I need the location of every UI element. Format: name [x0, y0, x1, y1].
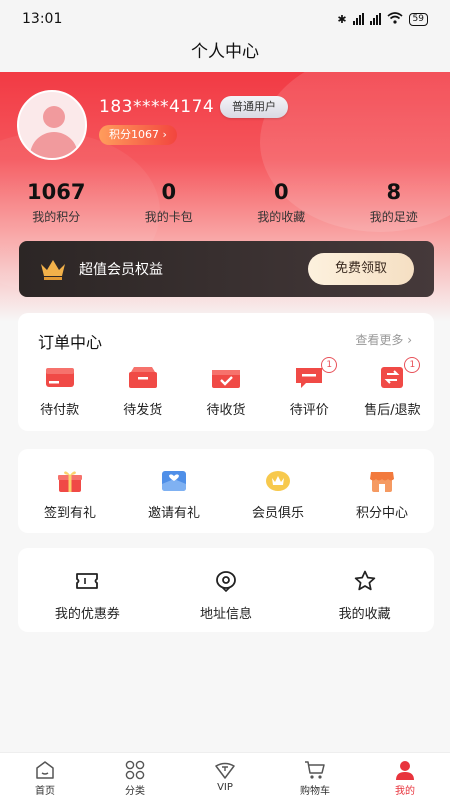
services-card: 签到有礼 邀请有礼 会员俱乐 积分中心 [18, 449, 434, 533]
grid-icon [125, 760, 145, 780]
tools-card: 我的优惠券 地址信息 我的收藏 [18, 548, 434, 632]
stat-value: 1067 [27, 180, 86, 204]
status-time: 13:01 [22, 11, 63, 27]
gift-icon [58, 471, 82, 492]
signal-icon [352, 13, 364, 25]
tab-mine[interactable]: 我的 [360, 753, 450, 800]
sign-in-reward[interactable]: 签到有礼 [18, 469, 122, 521]
stat-label: 我的积分 [32, 210, 81, 224]
order-center-title: 订单中心 [38, 333, 103, 352]
order-pending-receipt[interactable]: 待收货 [184, 365, 267, 418]
order-item-label: 待评价 [289, 403, 329, 418]
comment-icon [296, 368, 323, 388]
page-title: 个人中心 [0, 38, 450, 72]
stat-value: 8 [386, 180, 402, 204]
points-pill[interactable]: 积分1067 › [99, 125, 177, 145]
order-count-badge: 1 [321, 357, 338, 373]
claim-free-button[interactable]: 免费领取 [308, 253, 414, 285]
order-item-label: 待发货 [123, 403, 163, 418]
crown-icon [41, 260, 65, 280]
order-pending-review[interactable]: 1 待评价 [268, 357, 351, 418]
service-label: 邀请有礼 [147, 506, 200, 521]
stat-label: 我的收藏 [257, 210, 306, 224]
refund-icon [381, 367, 404, 388]
stat-label: 我的卡包 [144, 210, 193, 224]
stat-label: 我的足迹 [369, 210, 418, 224]
status-bar: 13:01 ✱ 59 [0, 0, 450, 38]
order-item-label: 待收货 [206, 403, 246, 418]
wifi-icon [387, 11, 403, 27]
home-icon [36, 761, 54, 779]
service-label: 会员俱乐 [251, 506, 304, 521]
view-more-link[interactable]: 查看更多 › [355, 331, 412, 348]
member-club[interactable]: 会员俱乐 [226, 469, 330, 521]
tool-label: 地址信息 [200, 607, 253, 622]
vip-banner-text: 超值会员权益 [79, 262, 163, 278]
store-icon [370, 472, 394, 492]
stat-points[interactable]: 1067 我的积分 [0, 180, 113, 225]
order-pending-shipment[interactable]: 待发货 [101, 365, 184, 418]
package-check-icon [212, 370, 240, 388]
tab-category[interactable]: 分类 [90, 753, 180, 800]
vip-banner[interactable]: 超值会员权益 免费领取 [19, 241, 434, 297]
tab-vip[interactable]: VIP [180, 753, 270, 800]
tool-label: 我的收藏 [338, 607, 391, 622]
order-item-label: 售后/退款 [364, 403, 421, 418]
services-row: 签到有礼 邀请有礼 会员俱乐 积分中心 [18, 469, 434, 521]
user-phone: 183****4174 [99, 97, 215, 117]
bottom-tab-bar: 首页 分类 VIP 购物车 我的 [0, 752, 450, 800]
order-item-label: 待付款 [40, 403, 80, 418]
box-icon [128, 367, 157, 388]
invite-envelope-icon [162, 471, 186, 491]
stat-footprints[interactable]: 8 我的足迹 [338, 180, 450, 225]
avatar[interactable] [17, 90, 87, 160]
address-info[interactable]: 地址信息 [157, 570, 296, 622]
user-icon [396, 761, 414, 780]
service-label: 签到有礼 [43, 506, 96, 521]
battery-icon: 59 [408, 12, 428, 26]
member-level-badge: 普通用户 [220, 96, 288, 118]
star-icon [354, 570, 375, 591]
crown-badge-icon [266, 471, 290, 491]
order-after-sales[interactable]: 1 售后/退款 [351, 357, 434, 418]
order-count-badge: 1 [404, 357, 421, 373]
tab-label: 首页 [35, 786, 55, 797]
order-center-card: 订单中心 查看更多 › 待付款 待发货 待收货 1 待评价 1 售后/退款 [18, 313, 434, 431]
tab-home[interactable]: 首页 [0, 753, 90, 800]
cart-icon [305, 761, 325, 779]
points-center[interactable]: 积分中心 [330, 469, 434, 521]
location-icon [216, 571, 236, 592]
tab-label: VIP [217, 782, 233, 793]
status-icons: ✱ 59 [337, 11, 428, 27]
order-pending-payment[interactable]: 待付款 [18, 365, 101, 418]
bluetooth-icon: ✱ [337, 12, 347, 26]
tab-label: 我的 [395, 786, 415, 797]
tab-label: 购物车 [300, 786, 330, 797]
stat-value: 0 [161, 180, 177, 204]
my-coupons[interactable]: 我的优惠券 [18, 570, 157, 622]
stat-value: 0 [273, 180, 289, 204]
order-status-row: 待付款 待发货 待收货 1 待评价 1 售后/退款 [18, 357, 434, 418]
my-favorites[interactable]: 我的收藏 [295, 570, 434, 622]
tab-label: 分类 [125, 786, 145, 797]
signal-icon [369, 13, 381, 25]
stat-favorites[interactable]: 0 我的收藏 [225, 180, 338, 225]
stats-row: 1067 我的积分 0 我的卡包 0 我的收藏 8 我的足迹 [0, 180, 450, 225]
service-label: 积分中心 [355, 506, 408, 521]
tool-label: 我的优惠券 [54, 607, 120, 622]
tools-row: 我的优惠券 地址信息 我的收藏 [18, 570, 434, 622]
ticket-icon [76, 573, 99, 589]
vip-icon [215, 762, 235, 779]
tab-cart[interactable]: 购物车 [270, 753, 360, 800]
wallet-icon [45, 368, 74, 387]
stat-cards[interactable]: 0 我的卡包 [113, 180, 226, 225]
invite-reward[interactable]: 邀请有礼 [122, 469, 226, 521]
